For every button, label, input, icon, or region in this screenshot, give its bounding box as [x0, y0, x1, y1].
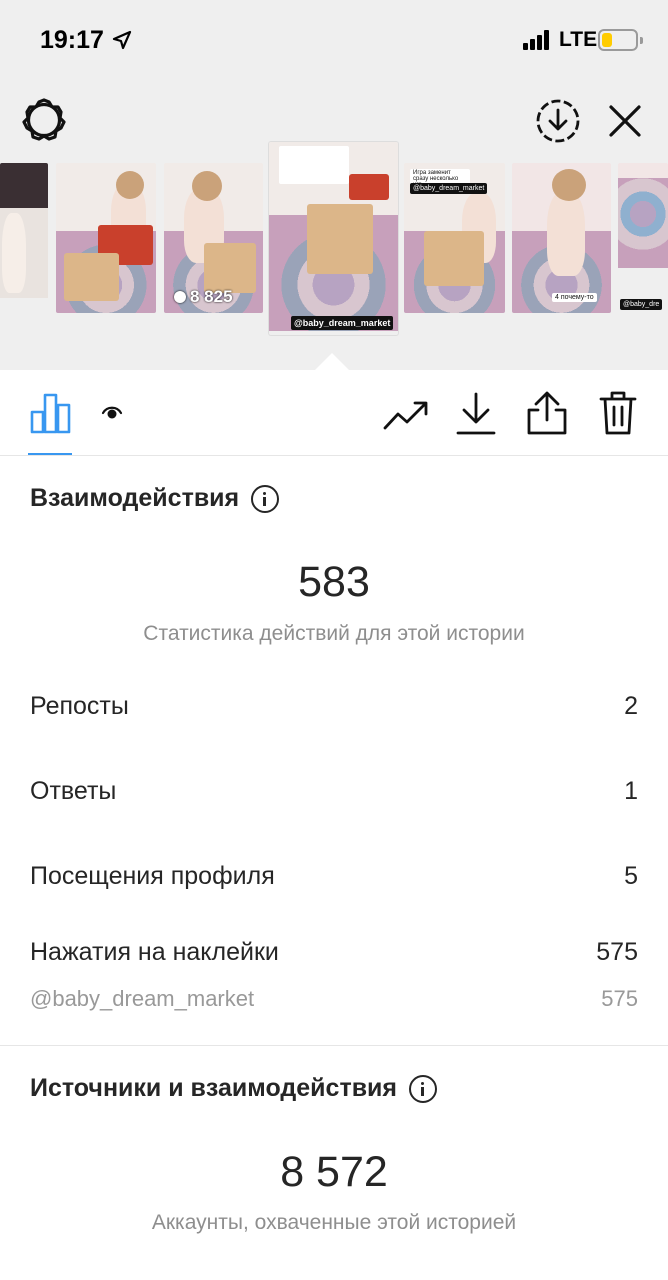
battery-icon	[598, 29, 643, 51]
story-thumbnail[interactable]	[0, 163, 48, 313]
story-thumbnail[interactable]: 8 825	[164, 163, 263, 313]
discovery-section-title: Источники и взаимодействия	[30, 1074, 438, 1103]
download-circle-icon[interactable]	[535, 98, 581, 144]
share-icon[interactable]	[525, 390, 569, 436]
active-tab-indicator	[28, 453, 72, 455]
selection-pointer	[314, 353, 350, 371]
stat-row-mention-sticker: @baby_dream_market 575	[30, 986, 638, 1012]
interactions-total: 583	[298, 558, 370, 606]
signal-strength-icon	[523, 30, 553, 50]
interactions-section-title: Взаимодействия	[30, 484, 280, 513]
eye-icon	[174, 291, 186, 303]
thumbnail-caption: @baby_dream_market	[410, 183, 488, 194]
trend-icon[interactable]	[383, 394, 429, 434]
download-icon[interactable]	[456, 392, 496, 436]
story-preview-area: 19:17 LTE 8 825 @baby_dream_market Игра …	[0, 0, 668, 371]
stat-value: 1	[624, 777, 638, 805]
status-bar: 19:17 LTE	[0, 0, 668, 80]
interactions-caption: Статистика действий для этой истории	[143, 622, 525, 645]
location-arrow-icon	[112, 30, 132, 50]
stat-row-reposts: Репосты 2	[30, 692, 638, 721]
stat-row-sticker-taps: Нажатия на наклейки 575	[30, 938, 638, 967]
trash-icon[interactable]	[598, 390, 638, 436]
stat-row-replies: Ответы 1	[30, 777, 638, 806]
stat-value: 575	[601, 986, 638, 1011]
stat-label: @baby_dream_market	[30, 986, 255, 1011]
story-views-badge: 8 825	[174, 287, 233, 307]
section-divider	[0, 1045, 668, 1046]
interactions-title-text: Взаимодействия	[30, 484, 240, 512]
story-thumbnail-strip: 8 825 @baby_dream_market Игра заменит ср…	[0, 142, 668, 342]
stat-label: Посещения профиля	[30, 862, 275, 890]
story-thumbnail-selected[interactable]: @baby_dream_market	[269, 142, 398, 335]
story-thumbnail[interactable]: @baby_dre	[618, 163, 668, 313]
gear-icon[interactable]	[20, 96, 68, 144]
stat-row-profile-visits: Посещения профиля 5	[30, 862, 638, 891]
stat-value: 5	[624, 862, 638, 890]
thumbnail-caption: 4 почему-то	[552, 293, 597, 302]
stat-label: Нажатия на наклейки	[30, 938, 279, 966]
network-type: LTE	[559, 28, 598, 51]
story-views-count: 8 825	[190, 287, 233, 306]
mention-sticker: @baby_dream_market	[291, 316, 394, 330]
thumbnail-caption: @baby_dre	[620, 299, 663, 310]
accounts-reached-caption: Аккаунты, охваченные этой историей	[151, 1211, 517, 1234]
story-thumbnail[interactable]: Игра заменит сразу несколько игр @baby_d…	[404, 163, 505, 313]
stat-label: Ответы	[30, 777, 117, 805]
discovery-title-text: Источники и взаимодействия	[30, 1074, 398, 1102]
status-time: 19:17	[40, 26, 104, 54]
story-thumbnail[interactable]: 4 почему-то	[512, 163, 611, 313]
accounts-reached-total: 8 572	[280, 1148, 388, 1196]
insights-tab-bar	[0, 370, 668, 456]
stat-value: 2	[624, 692, 638, 720]
info-icon[interactable]	[409, 1074, 438, 1103]
close-icon[interactable]	[605, 101, 645, 141]
info-icon[interactable]	[251, 484, 280, 513]
story-thumbnail[interactable]	[56, 163, 156, 313]
stat-label: Репосты	[30, 692, 129, 720]
stat-value: 575	[596, 938, 638, 966]
bar-chart-icon[interactable]	[30, 392, 72, 434]
eye-icon[interactable]	[101, 401, 123, 423]
